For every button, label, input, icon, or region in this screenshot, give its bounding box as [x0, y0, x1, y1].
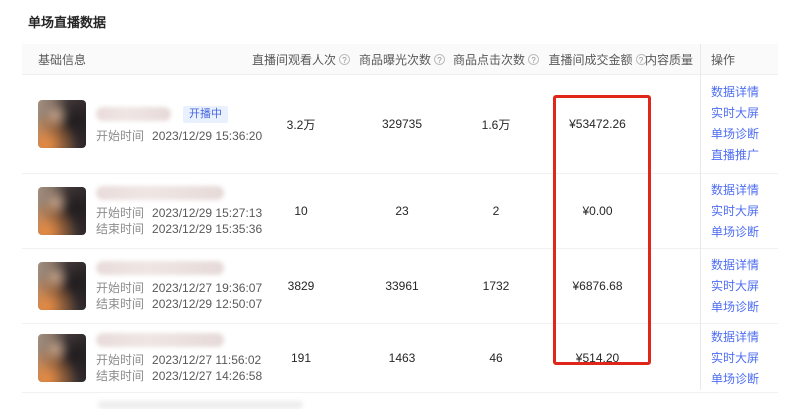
start-time: 开始时间2023/12/29 15:27:13	[96, 206, 262, 220]
table-row: 开始时间2023/12/27 19:36:07 结束时间2023/12/29 1…	[22, 249, 778, 324]
table-header-row: 基础信息 直播间观看人次 ? 商品曝光次数 ? 商品点击次数 ? 直播间成交金额…	[22, 44, 778, 75]
data-detail-link[interactable]: 数据详情	[711, 331, 778, 344]
end-time: 结束时间2023/12/27 14:26:58	[96, 369, 262, 383]
session-info-cell: 开始时间2023/12/27 19:36:07 结束时间2023/12/29 1…	[22, 261, 245, 311]
redacted-streamer-name	[96, 333, 224, 347]
session-diagnosis-link[interactable]: 单场诊断	[711, 128, 778, 141]
header-basic-info: 基础信息	[22, 51, 245, 68]
data-detail-link[interactable]: 数据详情	[711, 184, 778, 197]
exposures-value: 1463	[357, 351, 447, 365]
help-icon[interactable]: ?	[434, 54, 445, 65]
header-exposures: 商品曝光次数 ?	[357, 51, 447, 68]
start-time: 开始时间2023/12/27 19:36:07	[96, 281, 262, 295]
realtime-screen-link[interactable]: 实时大屏	[711, 352, 778, 365]
viewers-value: 3829	[245, 279, 357, 293]
live-status-badge: 开播中	[183, 106, 228, 123]
viewers-value: 191	[245, 351, 357, 365]
streamer-avatar	[38, 262, 86, 310]
operations-cell: 数据详情 实时大屏 单场诊断	[700, 324, 778, 392]
session-diagnosis-link[interactable]: 单场诊断	[711, 301, 778, 314]
exposures-value: 23	[357, 204, 447, 218]
table-row: 开播中 开始时间2023/12/29 15:36:20 3.2万 329735 …	[22, 75, 778, 174]
faded-bottom-text	[98, 401, 303, 409]
clicks-value: 1.6万	[447, 116, 545, 133]
clicks-value: 46	[447, 351, 545, 365]
table-row: 开始时间2023/12/27 11:56:02 结束时间2023/12/27 1…	[22, 324, 778, 393]
end-time: 结束时间2023/12/29 12:50:07	[96, 297, 262, 311]
gmv-value: ¥514.20	[545, 351, 650, 365]
gmv-value: ¥6876.68	[545, 279, 650, 293]
data-detail-link[interactable]: 数据详情	[711, 259, 778, 272]
start-time: 开始时间2023/12/27 11:56:02	[96, 353, 262, 367]
exposures-value: 329735	[357, 117, 447, 131]
help-icon[interactable]: ?	[339, 54, 350, 65]
streamer-avatar	[38, 100, 86, 148]
gmv-value: ¥0.00	[545, 204, 650, 218]
viewers-value: 3.2万	[245, 116, 357, 133]
session-diagnosis-link[interactable]: 单场诊断	[711, 373, 778, 386]
header-gmv: 直播间成交金额 ?	[545, 51, 650, 68]
realtime-screen-link[interactable]: 实时大屏	[711, 107, 778, 120]
session-info-cell: 开播中 开始时间2023/12/29 15:36:20	[22, 100, 245, 148]
end-time: 结束时间2023/12/29 15:35:36	[96, 222, 262, 236]
live-sessions-table: 基础信息 直播间观看人次 ? 商品曝光次数 ? 商品点击次数 ? 直播间成交金额…	[22, 44, 778, 390]
redacted-streamer-name	[96, 186, 224, 200]
live-promotion-link[interactable]: 直播推广	[711, 149, 778, 162]
redacted-streamer-name	[96, 107, 171, 121]
clicks-value: 2	[447, 204, 545, 218]
session-info-cell: 开始时间2023/12/27 11:56:02 结束时间2023/12/27 1…	[22, 333, 245, 383]
header-operations: 操作	[700, 44, 778, 74]
clicks-value: 1732	[447, 279, 545, 293]
session-diagnosis-link[interactable]: 单场诊断	[711, 226, 778, 239]
session-info-cell: 开始时间2023/12/29 15:27:13 结束时间2023/12/29 1…	[22, 186, 245, 236]
operations-cell: 数据详情 实时大屏 单场诊断	[700, 174, 778, 248]
start-time: 开始时间2023/12/29 15:36:20	[96, 129, 262, 143]
fixed-column-divider	[700, 44, 701, 390]
page-title: 单场直播数据	[28, 12, 106, 31]
viewers-value: 10	[245, 204, 357, 218]
header-viewers: 直播间观看人次 ?	[245, 51, 357, 68]
streamer-avatar	[38, 187, 86, 235]
header-clicks: 商品点击次数 ?	[447, 51, 545, 68]
gmv-value: ¥53472.26	[545, 117, 650, 131]
data-detail-link[interactable]: 数据详情	[711, 86, 778, 99]
redacted-streamer-name	[96, 261, 224, 275]
operations-cell: 数据详情 实时大屏 单场诊断 直播推广	[700, 75, 778, 173]
table-row: 开始时间2023/12/29 15:27:13 结束时间2023/12/29 1…	[22, 174, 778, 249]
help-icon[interactable]: ?	[528, 54, 539, 65]
exposures-value: 33961	[357, 279, 447, 293]
streamer-avatar	[38, 334, 86, 382]
realtime-screen-link[interactable]: 实时大屏	[711, 280, 778, 293]
realtime-screen-link[interactable]: 实时大屏	[711, 205, 778, 218]
operations-cell: 数据详情 实时大屏 单场诊断	[700, 249, 778, 323]
